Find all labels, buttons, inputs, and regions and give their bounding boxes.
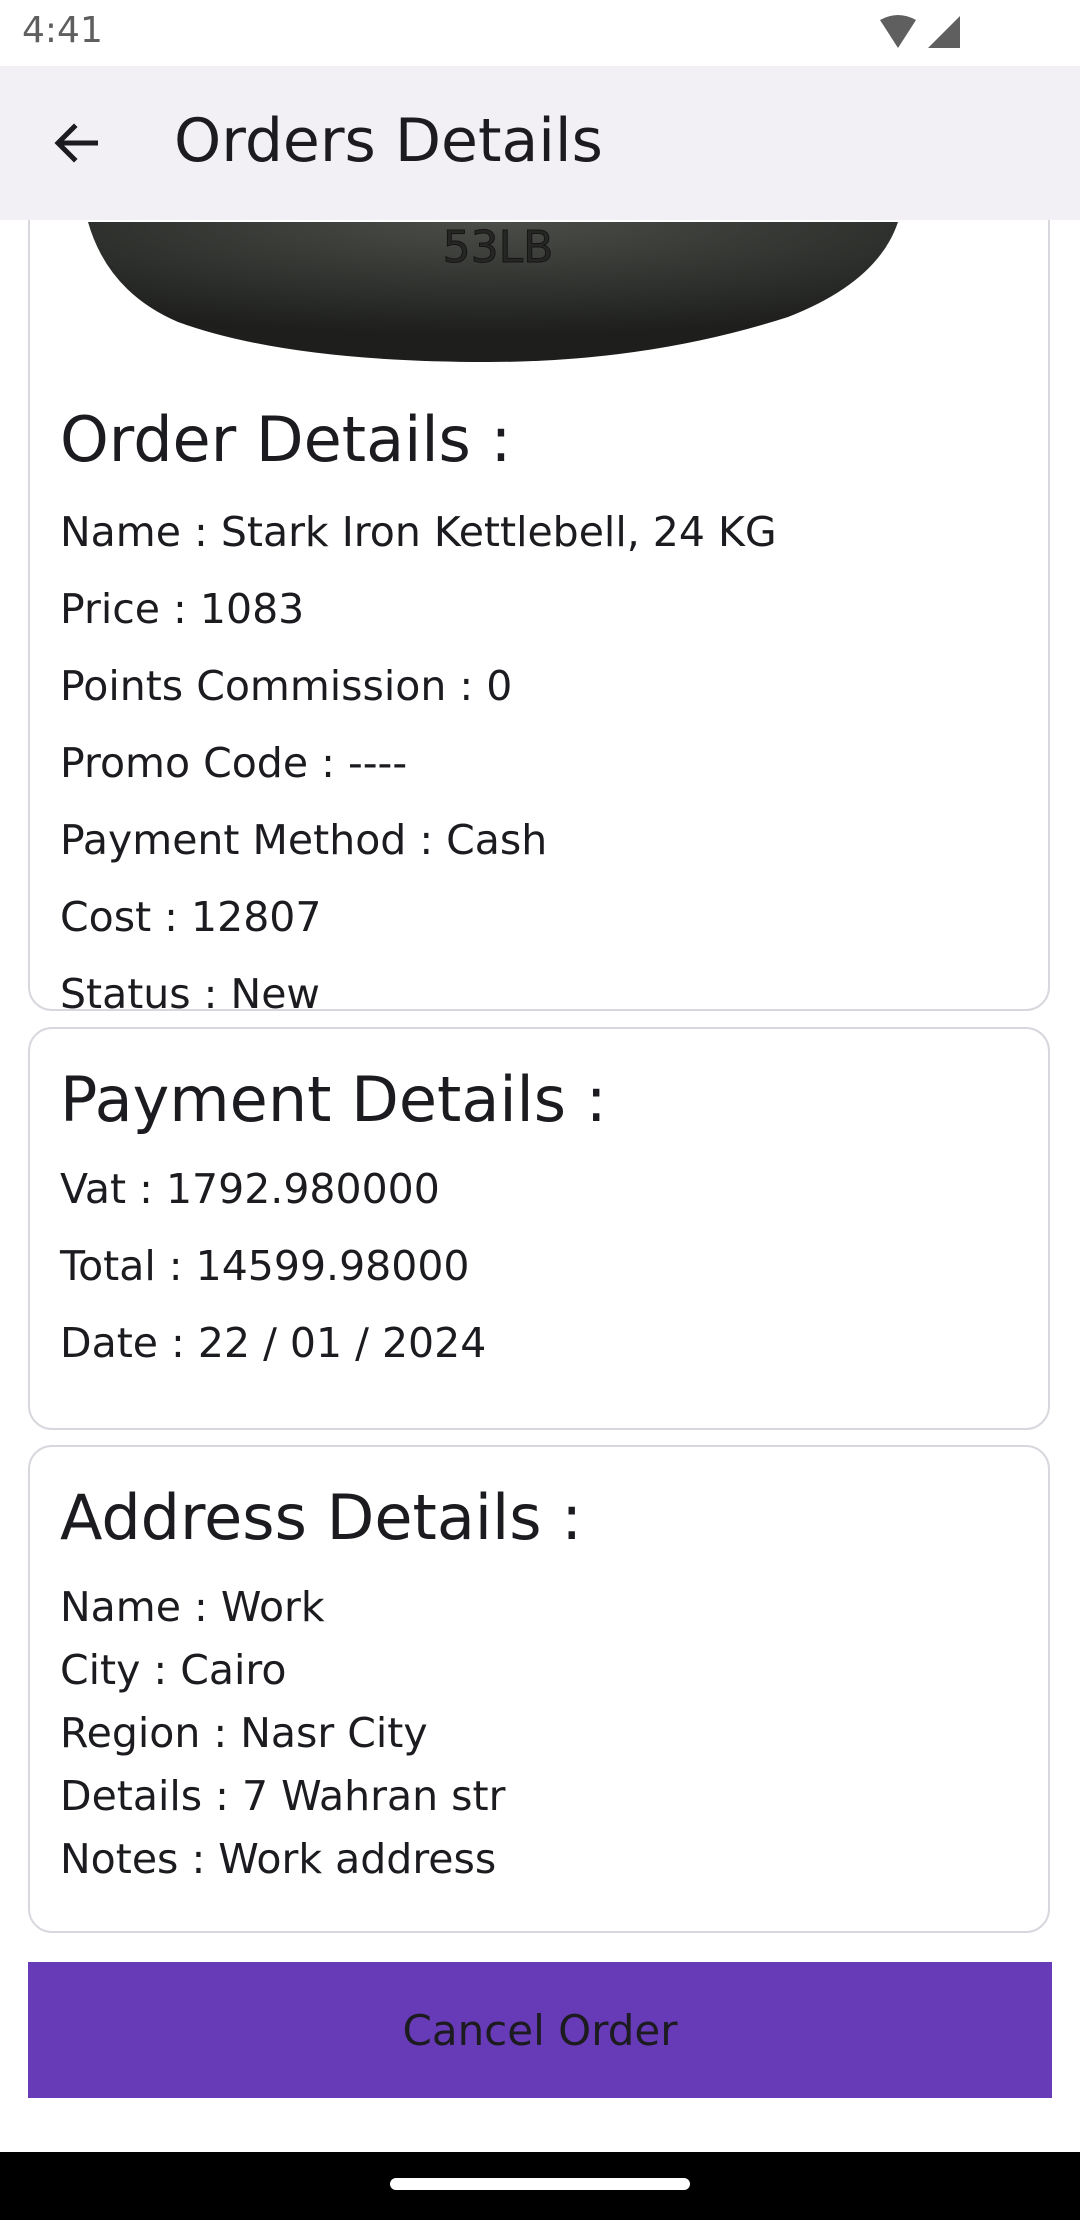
kettlebell-imprint: 53LB xyxy=(443,222,554,273)
arrow-left-icon xyxy=(54,123,98,163)
order-details-title: Order Details : xyxy=(60,403,512,476)
order-status: Status : New xyxy=(60,970,320,1018)
order-name: Name : Stark Iron Kettlebell, 24 KG xyxy=(60,508,777,556)
order-details-card: 53LB Order Details : Name : Stark Iron K… xyxy=(28,160,1050,1018)
address-details-card: Address Details : Name : Work City : Cai… xyxy=(28,1445,1050,1933)
address-details: Details : 7 Wahran str xyxy=(60,1772,506,1820)
address-notes: Notes : Work address xyxy=(60,1835,497,1883)
order-content[interactable]: 53LB Order Details : Name : Stark Iron K… xyxy=(0,160,1080,2150)
payment-vat: Vat : 1792.980000 xyxy=(60,1165,440,1213)
product-image: 53LB xyxy=(88,222,958,362)
address-city: City : Cairo xyxy=(60,1646,287,1694)
back-button[interactable] xyxy=(46,113,106,173)
cancel-order-button[interactable]: Cancel Order xyxy=(28,1962,1052,2098)
address-region: Region : Nasr City xyxy=(60,1709,428,1757)
app-bar: Orders Details xyxy=(0,66,1080,220)
payment-details-card: Payment Details : Vat : 1792.980000 Tota… xyxy=(28,1027,1050,1430)
status-bar: 4:41 xyxy=(0,0,1080,66)
order-price: Price : 1083 xyxy=(60,585,305,633)
status-icons xyxy=(878,14,962,52)
payment-date: Date : 22 / 01 / 2024 xyxy=(60,1319,487,1367)
wifi-icon xyxy=(880,15,916,48)
order-promo-code: Promo Code : ---- xyxy=(60,739,408,787)
order-payment-method: Payment Method : Cash xyxy=(60,816,548,864)
order-cost: Cost : 12807 xyxy=(60,893,322,941)
order-points-commission: Points Commission : 0 xyxy=(60,662,513,710)
home-handle[interactable] xyxy=(390,2178,690,2190)
signal-icon xyxy=(928,16,960,48)
payment-total: Total : 14599.98000 xyxy=(60,1242,470,1290)
status-time: 4:41 xyxy=(22,10,103,51)
system-nav-bar xyxy=(0,2152,1080,2220)
address-details-title: Address Details : xyxy=(60,1481,583,1554)
page-title: Orders Details xyxy=(174,106,603,176)
address-name: Name : Work xyxy=(60,1583,325,1631)
payment-details-title: Payment Details : xyxy=(60,1063,607,1136)
